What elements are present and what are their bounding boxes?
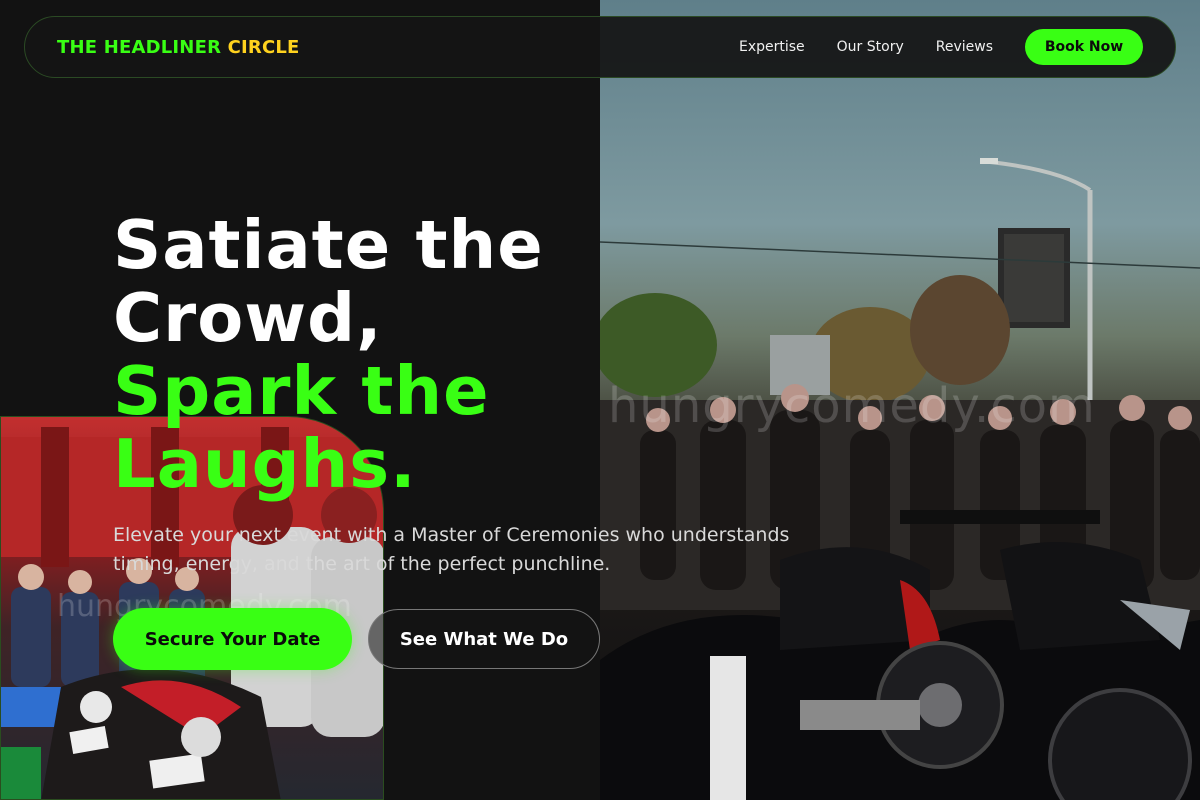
nav-links: Expertise Our Story Reviews Book Now bbox=[739, 29, 1143, 65]
brand-name-accent: CIRCLE bbox=[227, 36, 300, 58]
book-now-button[interactable]: Book Now bbox=[1025, 29, 1143, 65]
nav-link-our-story[interactable]: Our Story bbox=[837, 39, 904, 55]
see-what-we-do-button[interactable]: See What We Do bbox=[368, 609, 600, 669]
hero-subtitle: Elevate your next event with a Master of… bbox=[113, 524, 790, 575]
nav-link-expertise[interactable]: Expertise bbox=[739, 39, 805, 55]
hero-photo-motorcycle-rally: hungrycomedy.com bbox=[600, 0, 1200, 800]
brand-name-primary: THE HEADLINER bbox=[57, 36, 222, 58]
secure-your-date-button[interactable]: Secure Your Date bbox=[113, 608, 352, 670]
hero-headline: Satiate the Crowd, Spark the Laughs. bbox=[113, 209, 633, 501]
nav-link-reviews[interactable]: Reviews bbox=[936, 39, 993, 55]
headline-line-1: Satiate the bbox=[113, 206, 544, 284]
headline-line-2: Crowd, bbox=[113, 279, 383, 357]
headline-line-3: Spark the bbox=[113, 352, 490, 430]
headline-line-4: Laughs. bbox=[113, 425, 417, 503]
top-navigation-bar: THE HEADLINER CIRCLE Expertise Our Story… bbox=[24, 16, 1176, 78]
watermark-text: hungrycomedy.com bbox=[608, 378, 1096, 434]
brand-logo[interactable]: THE HEADLINER CIRCLE bbox=[57, 37, 300, 58]
